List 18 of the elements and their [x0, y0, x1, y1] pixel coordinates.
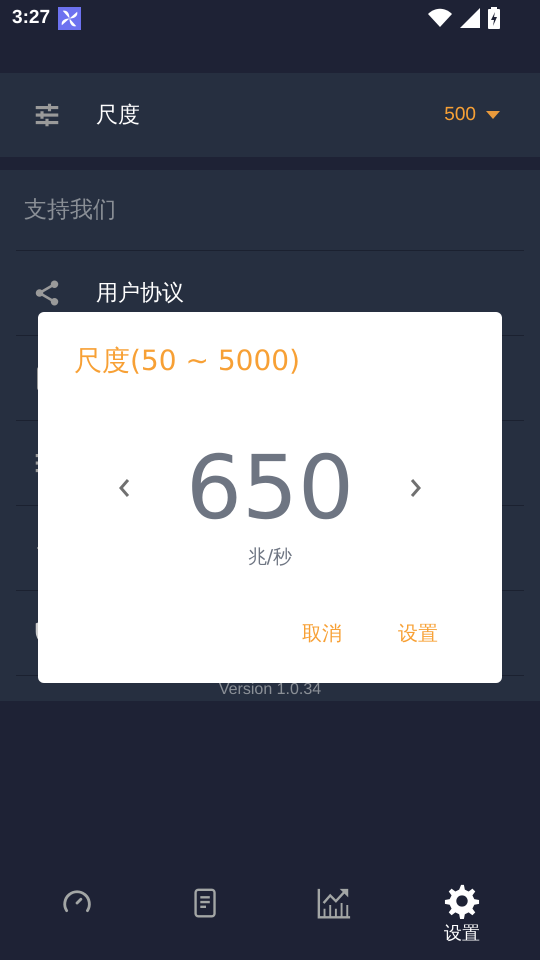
unit-label: 兆/秒: [246, 545, 294, 570]
chevron-left-icon: [118, 478, 130, 498]
nav-tab[interactable]: 设置: [398, 868, 526, 960]
menu-item-label[interactable]: 用户协议: [96, 278, 184, 308]
battery-icon: [488, 7, 500, 29]
caret-icon: [486, 111, 500, 119]
scale-dropdown[interactable]: 500: [444, 104, 500, 126]
wifi-icon: [428, 8, 452, 28]
section-header: 支持我们: [16, 170, 524, 251]
setting-label: 尺度: [96, 102, 140, 130]
dialog-title: 尺度(50 ~ 5000): [74, 343, 301, 379]
clock-time: 3:27: [12, 7, 50, 29]
version-text: Version 1.0.34: [218, 681, 322, 699]
pinwheel-icon: [58, 6, 82, 30]
chevron-right-icon: [410, 478, 422, 498]
settings-icon: [444, 883, 480, 919]
value-display: 650: [186, 440, 354, 536]
signal-icon: [460, 8, 480, 28]
